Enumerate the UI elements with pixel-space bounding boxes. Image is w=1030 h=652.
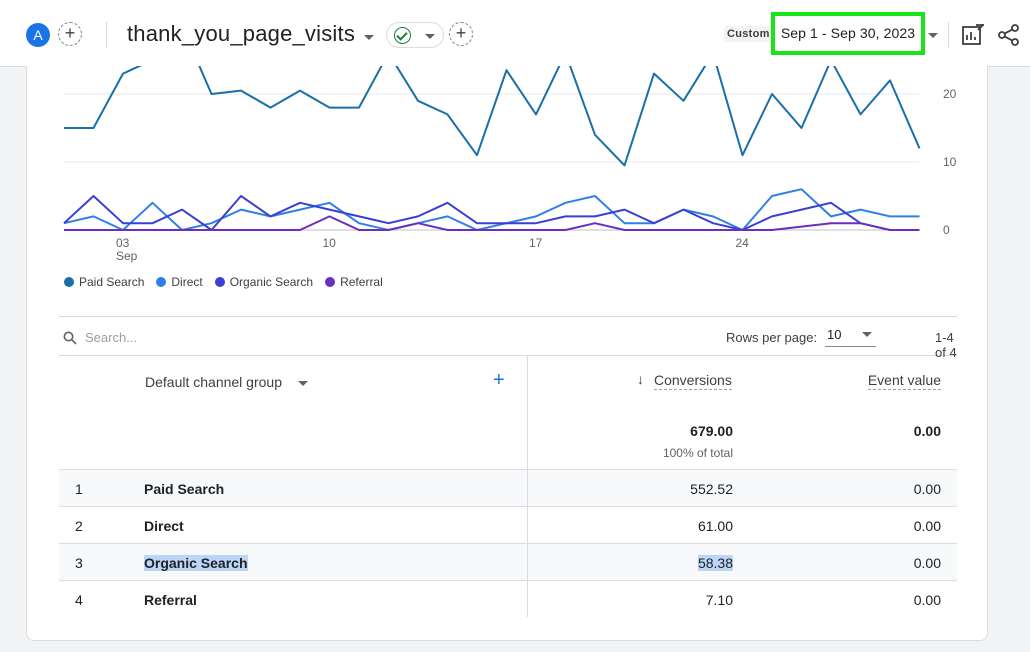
page-title: thank_you_page_visits [127, 21, 356, 46]
legend-dot-icon [64, 277, 74, 287]
row-event-value: 0.00 [913, 592, 941, 608]
customize-report-icon[interactable] [960, 22, 986, 48]
row-conversions: 552.52 [690, 481, 733, 497]
sort-descending-icon[interactable]: ↓ [637, 371, 644, 387]
row-channel-name: Organic Search [144, 555, 248, 571]
row-shading [528, 470, 957, 506]
table-row[interactable]: 2 Direct 61.00 0.00 [59, 507, 957, 544]
table-row[interactable]: 4 Referral 7.10 0.00 [59, 581, 957, 618]
chevron-down-icon [862, 332, 872, 337]
table-header: Default channel group + ↓ Conversions Ev… [59, 356, 957, 470]
add-dimension-button[interactable]: + [493, 369, 505, 392]
date-range-picker[interactable]: Sep 1 - Sep 30, 2023 [771, 12, 925, 55]
legend-item[interactable]: Organic Search [214, 275, 314, 289]
row-index: 3 [75, 555, 83, 571]
add-comparison-button[interactable]: + [58, 22, 82, 46]
check-circle-icon [394, 27, 411, 44]
legend-item[interactable]: Referral [325, 275, 383, 289]
divider [948, 22, 949, 48]
row-index: 4 [75, 592, 83, 608]
x-tick-label: 03 [116, 236, 130, 250]
dimension-selector[interactable]: Default channel group [145, 374, 308, 390]
x-tick-sublabel: Sep [116, 249, 138, 263]
account-avatar[interactable]: A [26, 23, 50, 47]
x-tick-label: 24 [736, 236, 750, 250]
legend-dot-icon [214, 277, 225, 287]
row-conversions: 61.00 [697, 518, 733, 534]
rows-per-page-value: 10 [827, 327, 842, 342]
chevron-down-icon [425, 34, 435, 39]
table-row[interactable]: 1 Paid Search 552.52 0.00 [59, 470, 957, 507]
row-channel-name: Direct [144, 518, 184, 534]
legend-dot-icon [325, 277, 336, 287]
legend-label: Organic Search [229, 275, 314, 289]
legend-item[interactable]: Direct [156, 275, 203, 289]
line-chart-svg: 0 10 20 03Sep 10 17 24 [63, 66, 957, 263]
legend-item[interactable]: Paid Search [64, 275, 144, 289]
add-filter-button[interactable]: + [449, 22, 473, 46]
title-dropdown-caret-icon[interactable] [364, 35, 374, 40]
row-index: 1 [75, 481, 83, 497]
search-input[interactable] [85, 326, 385, 348]
total-conversions-percent: 100% of total [662, 446, 733, 460]
x-tick-label: 10 [323, 236, 337, 250]
row-index: 2 [75, 518, 83, 534]
x-tick-label: 17 [529, 236, 543, 250]
share-icon[interactable] [996, 22, 1022, 48]
report-header-bar: A + thank_you_page_visits + Custom Sep 1… [0, 0, 1030, 67]
legend-label: Paid Search [79, 275, 145, 289]
row-conversions: 7.10 [705, 592, 733, 608]
row-event-value: 0.00 [913, 481, 941, 497]
y-tick-label: 0 [943, 223, 950, 237]
row-shading [59, 544, 527, 580]
total-event-value: 0.00 [913, 423, 941, 439]
rows-per-page-label: Rows per page: [726, 330, 818, 345]
row-shading [528, 544, 957, 580]
table-row[interactable]: 3 Organic Search 58.38 0.00 [59, 544, 957, 581]
row-event-value: 0.00 [913, 518, 941, 534]
chevron-down-icon [298, 381, 308, 386]
dimension-header-label: Default channel group [145, 374, 282, 390]
event-value-column-header[interactable]: Event value [867, 372, 941, 390]
row-channel-name: Referral [144, 592, 197, 608]
y-tick-label: 10 [943, 155, 957, 169]
legend-dot-icon [156, 277, 167, 287]
table-toolbar: Rows per page: 10 1-4 of 4 [59, 316, 957, 360]
row-event-value: 0.00 [913, 555, 941, 571]
total-conversions: 679.00 [690, 423, 733, 439]
row-channel-name: Paid Search [144, 481, 225, 497]
legend-label: Direct [171, 275, 203, 289]
legend-label: Referral [340, 275, 383, 289]
date-range-type-label: Custom [724, 26, 773, 42]
series-line-paid-search[interactable] [64, 66, 921, 167]
row-conversions: 58.38 [697, 555, 733, 571]
conversions-column-header[interactable]: Conversions [654, 372, 732, 390]
row-shading [59, 470, 527, 506]
data-table: Default channel group + ↓ Conversions Ev… [59, 356, 957, 618]
chart-legend: Paid Search Direct Organic Search Referr… [64, 275, 383, 289]
date-range-caret-icon[interactable] [928, 33, 938, 38]
report-card: 0 10 20 03 Sep 10 17 24 Paid Search Direct Orga… [26, 66, 988, 641]
divider [106, 22, 107, 48]
rows-per-page-select[interactable]: 10 [825, 325, 876, 347]
line-chart: 0 10 20 03 Sep 10 17 24 [27, 66, 989, 306]
series-line-organic-search[interactable] [63, 195, 920, 231]
y-tick-label: 20 [943, 87, 957, 101]
comparison-chip[interactable] [386, 22, 444, 48]
search-icon [63, 331, 77, 345]
